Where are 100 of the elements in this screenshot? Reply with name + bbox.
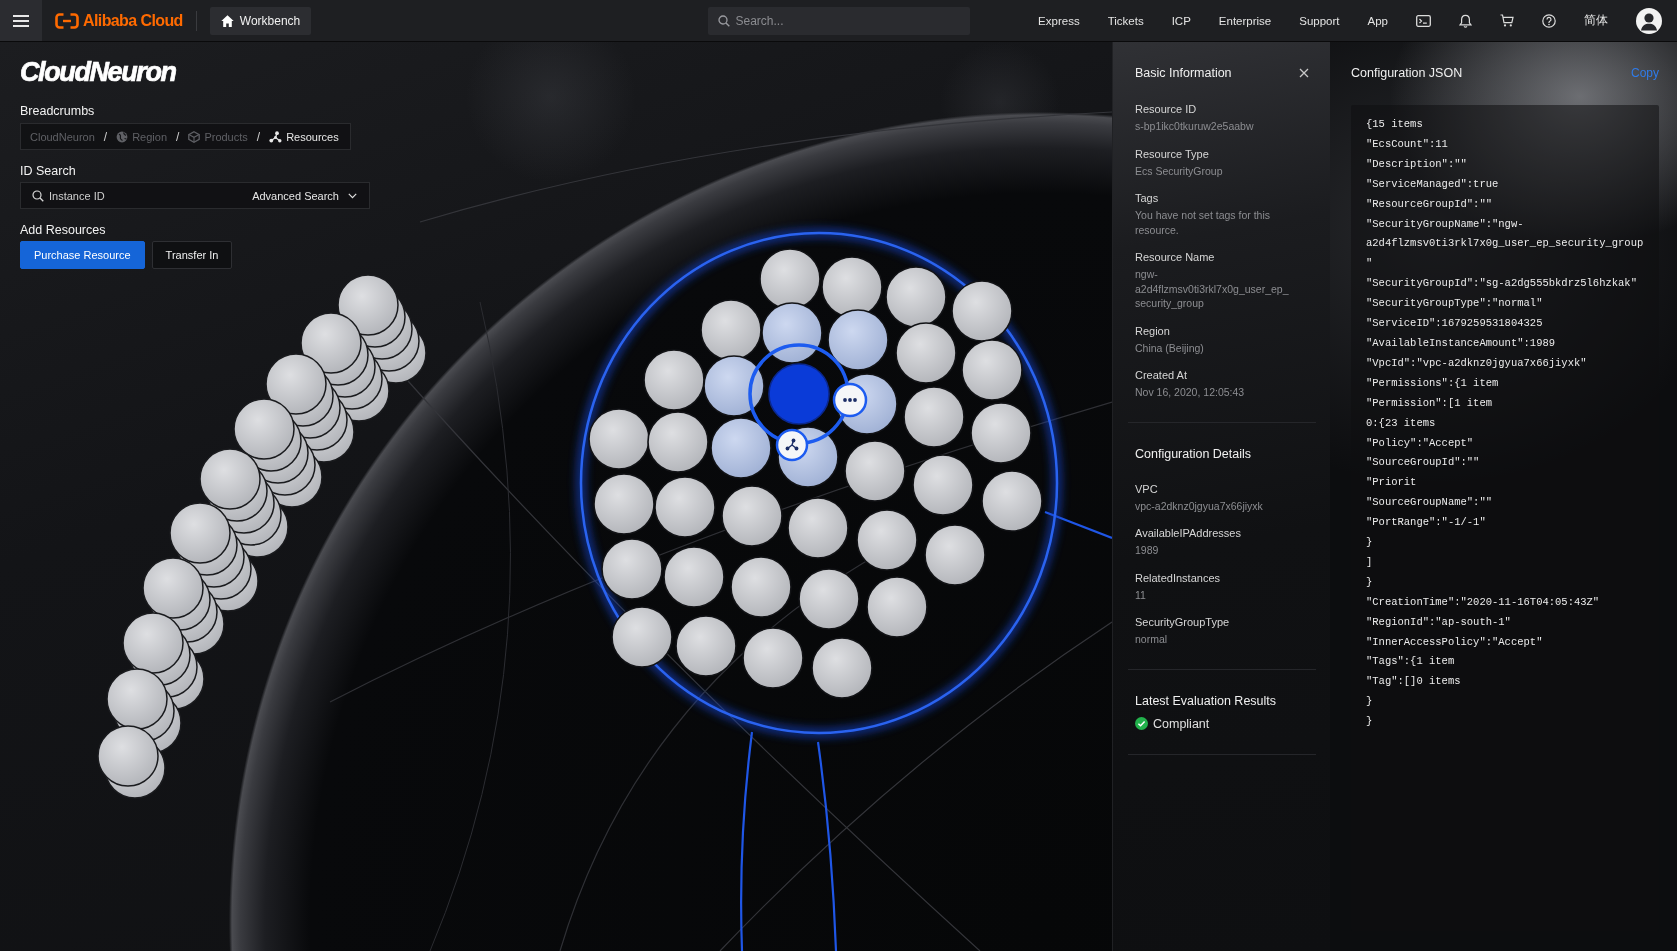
globe-icon (116, 130, 129, 143)
code-line: "EcsCount":11 (1366, 136, 1449, 152)
code-line: "PortRange":"-1/-1" (1366, 515, 1487, 531)
graph-canvas[interactable]: CloudNeuron Breadcrumbs CloudNeuron / Region / Products / Resources ID Search Instance ID Advanced Search Add Resources Purchase Resource Transfer In (0, 42, 1112, 951)
resource-node[interactable] (700, 299, 762, 361)
workbench-button[interactable]: Workbench (209, 6, 312, 35)
app-title: CloudNeuron (20, 56, 176, 88)
code-line: "Policy":"Accept" (1366, 435, 1475, 451)
code-line: "SecurityGroupName":"ngw- (1366, 216, 1525, 232)
close-icon[interactable] (1299, 68, 1309, 78)
resource-node[interactable] (768, 363, 830, 425)
code-line: "SourceGroupName":"" (1366, 495, 1494, 511)
logo-icon (55, 12, 79, 29)
code-line: "CreationTime":"2020-11-16T04:05:43Z" (1366, 594, 1601, 610)
field-label: Region (1135, 323, 1171, 339)
code-line: "Permission":[1 item (1366, 395, 1494, 411)
action-button[interactable]: Purchase Resource (20, 241, 145, 269)
resource-node[interactable] (611, 606, 673, 668)
language-link[interactable]: 简体 (1584, 12, 1608, 29)
section-label: ID Search (20, 163, 76, 179)
nav-link[interactable]: ICP (1171, 14, 1191, 27)
resource-node[interactable] (844, 440, 906, 502)
home-icon (220, 14, 234, 27)
resource-node[interactable] (821, 256, 883, 318)
resource-node[interactable] (787, 497, 849, 559)
resource-node[interactable] (827, 309, 889, 371)
field-label: Created At (1135, 368, 1188, 383)
nav-link[interactable]: Tickets (1107, 14, 1144, 27)
resource-node[interactable] (866, 576, 928, 638)
field-value: China (Beijing) (1135, 340, 1205, 355)
nav-link[interactable]: Express (1038, 14, 1080, 27)
field-value: 1989 (1135, 543, 1160, 558)
field-label: VPC (1135, 481, 1159, 497)
breadcrumb-separator: / (176, 129, 180, 144)
field-value: Ecs SecurityGroup (1135, 163, 1224, 178)
network-icon (785, 438, 799, 451)
resource-node[interactable] (951, 280, 1013, 342)
field-value: 11 (1135, 587, 1147, 602)
resource-node[interactable] (903, 386, 965, 448)
resource-node[interactable] (924, 524, 986, 586)
action-button[interactable]: Transfer In (151, 241, 233, 269)
breadcrumb-link[interactable]: Resources (269, 130, 339, 143)
code-line: "Tag":[]0 items (1366, 674, 1462, 690)
network-icon (269, 130, 283, 143)
nav-link[interactable]: Support (1299, 14, 1340, 27)
resource-node[interactable] (981, 470, 1043, 532)
resource-node[interactable] (643, 349, 705, 411)
resource-node[interactable] (663, 546, 725, 608)
resource-node[interactable] (895, 322, 957, 384)
nav-link[interactable]: Enterprise (1218, 14, 1272, 27)
advanced-search-dropdown[interactable]: Advanced Search (252, 189, 357, 202)
field-value: You have not set tags for this resource. (1135, 208, 1272, 237)
code-line: " (1366, 256, 1374, 272)
search-field[interactable]: Search... (707, 6, 970, 35)
field-value: normal (1135, 632, 1169, 647)
field-label: AvailableIPAddresses (1135, 526, 1242, 541)
field-label: Resource ID (1135, 102, 1198, 117)
resource-node[interactable] (811, 637, 873, 699)
help-icon[interactable] (1542, 13, 1556, 28)
resource-node[interactable] (593, 473, 655, 535)
bell-icon[interactable] (1459, 13, 1472, 28)
resource-node[interactable] (721, 485, 783, 547)
network-button[interactable] (775, 428, 809, 462)
brand-name[interactable]: Alibaba Cloud (83, 11, 183, 30)
id-search-field[interactable]: Instance ID Advanced Search (20, 182, 370, 209)
cart-icon[interactable] (1500, 14, 1514, 27)
field-value: ngw-a2d4flzmsv0ti3rkl7x0g_user_ep_security_group (1135, 267, 1290, 311)
nav-link[interactable]: App (1367, 14, 1388, 27)
resource-node[interactable] (647, 411, 709, 473)
resource-node[interactable] (588, 408, 650, 470)
more-button[interactable] (832, 382, 868, 418)
code-line: "SecurityGroupType":"normal" (1366, 296, 1544, 312)
code-line: "Priorit (1366, 475, 1418, 491)
resource-node[interactable] (675, 615, 737, 677)
menu-button[interactable] (0, 0, 42, 41)
resource-node[interactable] (730, 556, 792, 618)
field-label: SecurityGroupType (1135, 615, 1231, 630)
link-line (1044, 510, 1112, 540)
resource-node[interactable] (970, 402, 1032, 464)
resource-node[interactable] (761, 302, 823, 364)
code-line: "Description":"" (1366, 156, 1468, 172)
code-line: "RegionId":"ap-south-1" (1366, 614, 1512, 630)
avatar-icon[interactable] (1636, 7, 1662, 34)
resource-node[interactable] (703, 355, 765, 417)
terminal-icon[interactable] (1416, 14, 1431, 27)
resource-node[interactable] (961, 339, 1023, 401)
search-icon (32, 189, 44, 202)
resource-node[interactable] (798, 568, 860, 630)
resource-node[interactable] (742, 627, 804, 689)
resource-node[interactable] (856, 509, 918, 571)
resource-node[interactable] (710, 417, 772, 479)
resource-node[interactable] (654, 476, 716, 538)
resource-node[interactable] (885, 266, 947, 328)
chevron-down-icon (348, 192, 357, 199)
resource-node[interactable] (912, 454, 974, 516)
section-label: Breadcrumbs (20, 103, 95, 119)
resource-node[interactable] (601, 538, 663, 600)
panel-title: Basic Information (1135, 65, 1232, 82)
code-line: } (1366, 714, 1374, 730)
code-line: "Tags":{1 item (1366, 654, 1456, 670)
